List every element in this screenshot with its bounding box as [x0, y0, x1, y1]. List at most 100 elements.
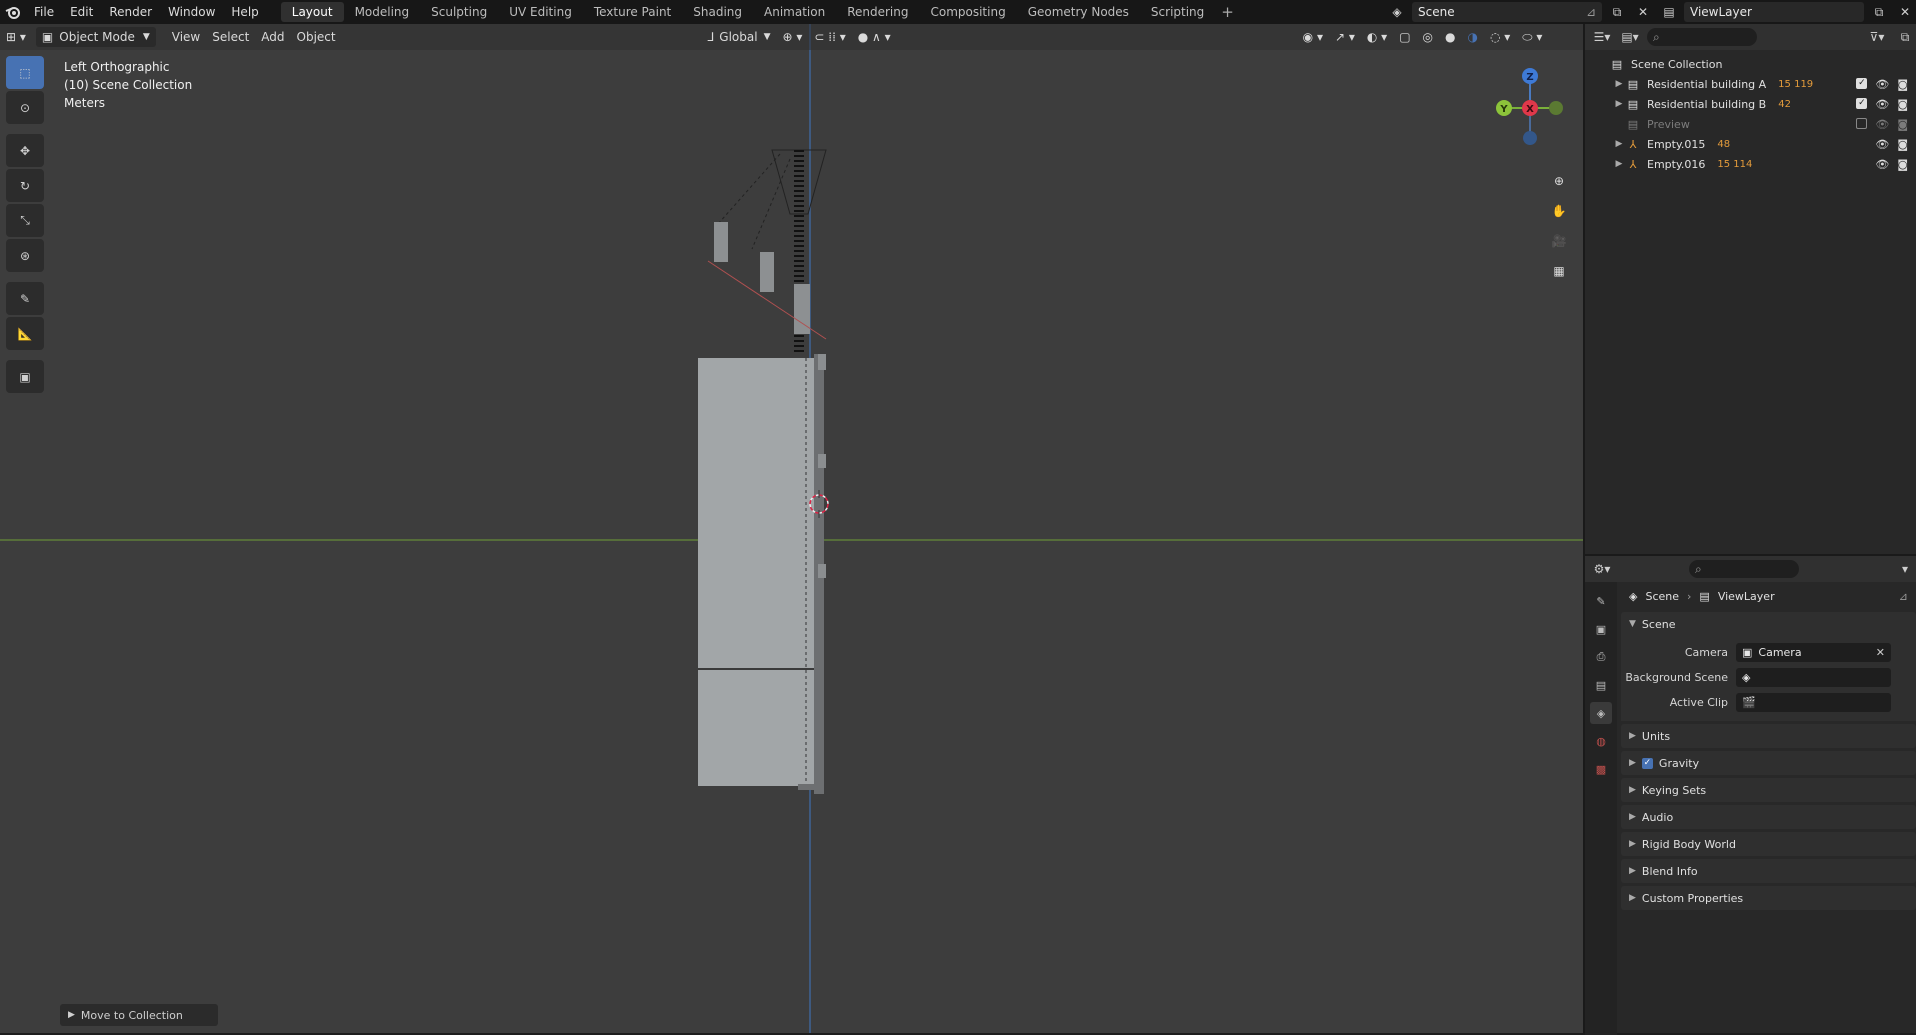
outliner-row[interactable]: ▤ Preview 👁 ◙ [1585, 114, 1916, 134]
annotate-tool-icon[interactable]: ✎ [6, 282, 44, 315]
menu-add[interactable]: Add [255, 27, 290, 47]
solid-shading-icon[interactable]: ● [1439, 27, 1461, 47]
outliner-editor-type-icon[interactable]: ☰▾ [1591, 27, 1613, 47]
scene-panel-header[interactable]: ▼ Scene [1621, 612, 1916, 636]
render-tab-icon[interactable]: ▣ [1590, 618, 1612, 640]
clear-icon[interactable]: ✕ [1876, 646, 1885, 659]
pan-hand-icon[interactable]: ✋ [1546, 198, 1572, 224]
new-scene-icon[interactable]: ⧉ [1606, 2, 1628, 22]
camera-icon[interactable]: ◙ [1897, 98, 1908, 111]
view-layer-tab-icon[interactable]: ▤ [1590, 674, 1612, 696]
rotate-tool-icon[interactable]: ↻ [6, 169, 44, 202]
proportional-edit-icon[interactable]: ● ∧ ▾ [852, 27, 897, 47]
eye-icon[interactable]: 👁 [1875, 98, 1889, 111]
include-checkbox[interactable] [1856, 117, 1868, 129]
rigid-body-world-panel[interactable]: ▶ Rigid Body World [1621, 832, 1916, 856]
camera-field[interactable]: ▣ Camera ✕ [1736, 643, 1891, 662]
overlay-toggle-icon[interactable]: ◐ ▾ [1361, 27, 1393, 47]
custom-properties-panel[interactable]: ▶ Custom Properties [1621, 886, 1916, 910]
editor-type-icon[interactable]: ⊞ ▾ [0, 27, 32, 47]
new-view-layer-icon[interactable]: ⧉ [1868, 2, 1890, 22]
options-icon[interactable]: ⬭ ▾ [1516, 27, 1548, 47]
outliner-row[interactable]: ▶ ▤ Residential building A 15 119 ✓ 👁 ◙ [1585, 74, 1916, 94]
navigation-gizmo[interactable]: Z Y X [1490, 58, 1570, 158]
include-checkbox[interactable]: ✓ [1856, 97, 1868, 109]
tab-scripting[interactable]: Scripting [1140, 2, 1215, 22]
material-shading-icon[interactable]: ◑ [1462, 27, 1484, 47]
menu-file[interactable]: File [26, 0, 62, 24]
snap-icon[interactable]: ⊂ ⁞⁞ ▾ [808, 27, 851, 47]
select-box-tool-icon[interactable]: ⬚ [6, 56, 44, 89]
tab-layout[interactable]: Layout [280, 2, 344, 22]
menu-help[interactable]: Help [223, 0, 266, 24]
eye-icon[interactable]: 👁 [1875, 158, 1889, 171]
outliner-search-input[interactable]: ⌕ [1647, 28, 1757, 46]
pin-icon[interactable]: ⊿ [1586, 5, 1596, 19]
expand-arrow-icon[interactable]: ▶ [1613, 159, 1625, 169]
pin-icon[interactable]: ⊿ [1899, 590, 1908, 603]
outliner-row[interactable]: ▶ ▤ Residential building B 42 ✓ 👁 ◙ [1585, 94, 1916, 114]
camera-view-icon[interactable]: 🎥 [1546, 228, 1572, 254]
tab-geometry-nodes[interactable]: Geometry Nodes [1017, 2, 1140, 22]
measure-tool-icon[interactable]: 📐 [6, 317, 44, 350]
xray-icon[interactable]: ▢ [1393, 27, 1416, 47]
outliner-root[interactable]: ▤ Scene Collection [1585, 54, 1916, 74]
view-layer-selector[interactable]: ViewLayer [1684, 2, 1864, 22]
chevron-down-icon[interactable]: ▾ [1894, 559, 1916, 579]
pivot-point-icon[interactable]: ⊕ ▾ [777, 27, 809, 47]
tab-animation[interactable]: Animation [753, 2, 836, 22]
menu-edit[interactable]: Edit [62, 0, 101, 24]
output-tab-icon[interactable]: ⎙ [1590, 646, 1612, 668]
eye-icon[interactable]: 👁 [1875, 78, 1889, 91]
scale-tool-icon[interactable]: ⤡ [6, 204, 44, 237]
gravity-panel[interactable]: ▶ ✓ Gravity [1621, 751, 1916, 775]
menu-view[interactable]: View [166, 27, 206, 47]
expand-arrow-icon[interactable]: ▶ [1613, 139, 1625, 149]
gravity-checkbox[interactable]: ✓ [1641, 757, 1653, 769]
camera-icon[interactable]: ◙ [1897, 138, 1908, 151]
view-layer-icon[interactable]: ▤ [1658, 2, 1680, 22]
mode-selector[interactable]: ▣ Object Mode ▼ [35, 27, 156, 47]
expand-arrow-icon[interactable]: ▶ [1613, 99, 1625, 109]
wireframe-shading-icon[interactable]: ◎ [1417, 27, 1439, 47]
outliner-row[interactable]: ▶ ⅄ Empty.016 15 114 👁 ◙ [1585, 154, 1916, 174]
properties-editor-type-icon[interactable]: ⚙▾ [1591, 559, 1613, 579]
include-checkbox[interactable]: ✓ [1856, 77, 1868, 89]
scene-selector[interactable]: Scene ⊿ [1412, 2, 1602, 22]
gizmo-toggle-icon[interactable]: ↗ ▾ [1329, 27, 1361, 47]
scene-tab-icon[interactable]: ◈ [1590, 702, 1612, 724]
tab-shading[interactable]: Shading [682, 2, 753, 22]
scene-icon[interactable]: ◈ [1386, 2, 1408, 22]
active-clip-field[interactable]: 🎬 [1736, 693, 1891, 712]
display-mode-icon[interactable]: ▤▾ [1619, 27, 1641, 47]
tab-rendering[interactable]: Rendering [836, 2, 919, 22]
transform-orientation[interactable]: ⅃ Global ▼ [702, 27, 777, 47]
rendered-shading-icon[interactable]: ◌ ▾ [1484, 27, 1516, 47]
redo-last-panel[interactable]: ▶ Move to Collection [60, 1004, 218, 1026]
visibility-icon[interactable]: ◉ ▾ [1297, 27, 1329, 47]
menu-object[interactable]: Object [291, 27, 342, 47]
zoom-icon[interactable]: ⊕ [1546, 168, 1572, 194]
tab-modeling[interactable]: Modeling [344, 2, 421, 22]
new-collection-icon[interactable]: ⧉ [1894, 27, 1916, 47]
expand-arrow-icon[interactable]: ▶ [1613, 79, 1625, 89]
blender-logo-icon[interactable] [0, 0, 26, 24]
tab-texture-paint[interactable]: Texture Paint [583, 2, 682, 22]
cursor-tool-icon[interactable]: ⊙ [6, 91, 44, 124]
properties-search-input[interactable]: ⌕ [1689, 560, 1799, 578]
add-cube-tool-icon[interactable]: ▣ [6, 360, 44, 393]
add-workspace-button[interactable]: + [1215, 2, 1240, 22]
texture-tab-icon[interactable]: ▩ [1590, 758, 1612, 780]
transform-tool-icon[interactable]: ⊛ [6, 239, 44, 272]
tab-uv-editing[interactable]: UV Editing [498, 2, 583, 22]
move-tool-icon[interactable]: ✥ [6, 134, 44, 167]
camera-icon[interactable]: ◙ [1897, 158, 1908, 171]
menu-window[interactable]: Window [160, 0, 223, 24]
outliner-row[interactable]: ▶ ⅄ Empty.015 48 👁 ◙ [1585, 134, 1916, 154]
menu-select[interactable]: Select [206, 27, 255, 47]
units-panel[interactable]: ▶ Units [1621, 724, 1916, 748]
3d-viewport[interactable]: ⊞ ▾ ▣ Object Mode ▼ View Select Add Obje… [0, 24, 1583, 1033]
keying-sets-panel[interactable]: ▶ Keying Sets [1621, 778, 1916, 802]
delete-view-layer-icon[interactable]: ✕ [1894, 2, 1916, 22]
background-scene-field[interactable]: ◈ [1736, 668, 1891, 687]
